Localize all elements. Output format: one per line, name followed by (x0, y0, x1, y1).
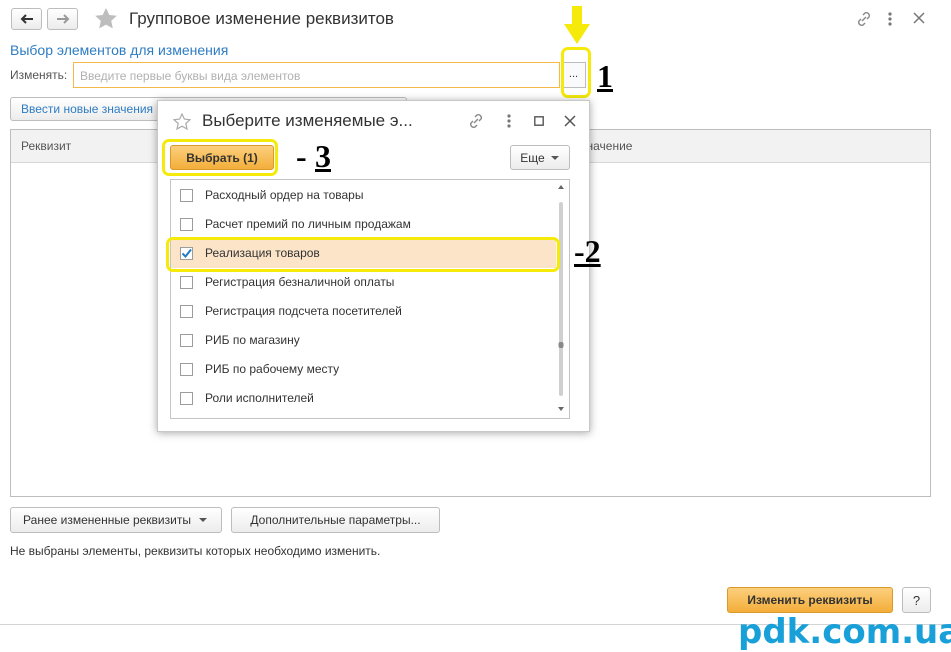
list-item-label: Роли исполнителей (205, 391, 314, 405)
annotation-2: -2 (574, 233, 601, 269)
list-item[interactable]: Регистрация подсчета посетителей (171, 297, 556, 326)
window-title: Групповое изменение реквизитов (129, 9, 394, 28)
select-elements-dialog: Выберите изменяемые э... Выбрать (1) Еще… (157, 100, 590, 432)
link-icon[interactable] (856, 11, 872, 27)
highlight-selected-row (166, 237, 560, 272)
list-item-label: Расчет премий по личным продажам (205, 217, 411, 231)
checkbox[interactable] (180, 276, 193, 289)
list-item-label: Регистрация безналичной оплаты (205, 275, 395, 289)
favorite-star-outline-icon[interactable] (173, 113, 191, 130)
previously-changed-label: Ранее измененные реквизиты (23, 513, 191, 527)
list-item[interactable]: Роли исполнителей (171, 384, 556, 413)
list-item-label: Регистрация подсчета посетителей (205, 304, 402, 318)
checkbox[interactable] (180, 189, 193, 202)
close-icon[interactable] (913, 12, 925, 24)
element-type-input[interactable]: Введите первые буквы вида элементов (73, 62, 560, 88)
list-item[interactable]: Расчет премий по личным продажам (171, 210, 556, 239)
list-item[interactable]: РИБ по магазину (171, 326, 556, 355)
close-icon[interactable] (564, 115, 576, 127)
checkbox[interactable] (180, 334, 193, 347)
list-item[interactable]: РИБ по рабочему месту (171, 355, 556, 384)
highlight-choose-button (162, 139, 278, 176)
annotation-3-dash: - (296, 138, 307, 174)
checkbox[interactable] (180, 363, 193, 376)
highlight-select-button (561, 47, 591, 98)
checkbox[interactable] (180, 218, 193, 231)
additional-parameters-button[interactable]: Дополнительные параметры... (231, 507, 440, 533)
arrow-left-icon (20, 14, 33, 24)
scrollbar-track-icon (558, 185, 564, 411)
section-title: Выбор элементов для изменения (10, 42, 229, 58)
change-label: Изменять: (10, 68, 68, 82)
enter-new-values-label: Ввести новые значения (21, 102, 154, 116)
maximize-icon[interactable] (534, 116, 544, 126)
checkbox[interactable] (180, 392, 193, 405)
apply-changes-button[interactable]: Изменить реквизиты (727, 587, 893, 613)
annotation-1: 1 (597, 58, 613, 94)
list-scrollbar[interactable] (555, 182, 567, 416)
chevron-down-icon (550, 155, 559, 160)
more-vertical-icon[interactable] (506, 113, 512, 129)
list-item-label: Расходный ордер на товары (205, 188, 364, 202)
down-arrow-annotation-icon (564, 6, 590, 44)
link-icon[interactable] (468, 113, 484, 129)
previously-changed-button[interactable]: Ранее измененные реквизиты (10, 507, 222, 533)
more-vertical-icon[interactable] (887, 11, 893, 27)
chevron-down-icon (198, 518, 207, 522)
list-item[interactable]: Расходный ордер на товары (171, 181, 556, 210)
help-button[interactable]: ? (902, 587, 931, 613)
dialog-title: Выберите изменяемые э... (202, 111, 413, 130)
status-message: Не выбраны элементы, реквизиты которых н… (10, 544, 381, 558)
back-button[interactable] (11, 8, 42, 30)
list-item[interactable]: Регистрация безналичной оплаты (171, 268, 556, 297)
arrow-right-icon (56, 14, 69, 24)
list-item-label: РИБ по рабочему месту (205, 362, 340, 376)
watermark-logo: pdk.com.ua (738, 612, 951, 652)
list-item-label: РИБ по магазину (205, 333, 300, 347)
element-types-list[interactable]: Расходный ордер на товары Расчет премий п… (170, 179, 570, 419)
help-label: ? (912, 592, 921, 608)
additional-parameters-label: Дополнительные параметры... (250, 513, 421, 527)
checkbox[interactable] (180, 305, 193, 318)
more-actions-button[interactable]: Еще (510, 145, 570, 170)
favorite-star-icon[interactable] (94, 7, 118, 30)
annotation-3: 3 (315, 138, 331, 174)
more-actions-label: Еще (520, 150, 545, 165)
column-header-attribute[interactable]: Реквизит (21, 130, 71, 162)
forward-button[interactable] (47, 8, 78, 30)
apply-changes-label: Изменить реквизиты (747, 593, 873, 607)
